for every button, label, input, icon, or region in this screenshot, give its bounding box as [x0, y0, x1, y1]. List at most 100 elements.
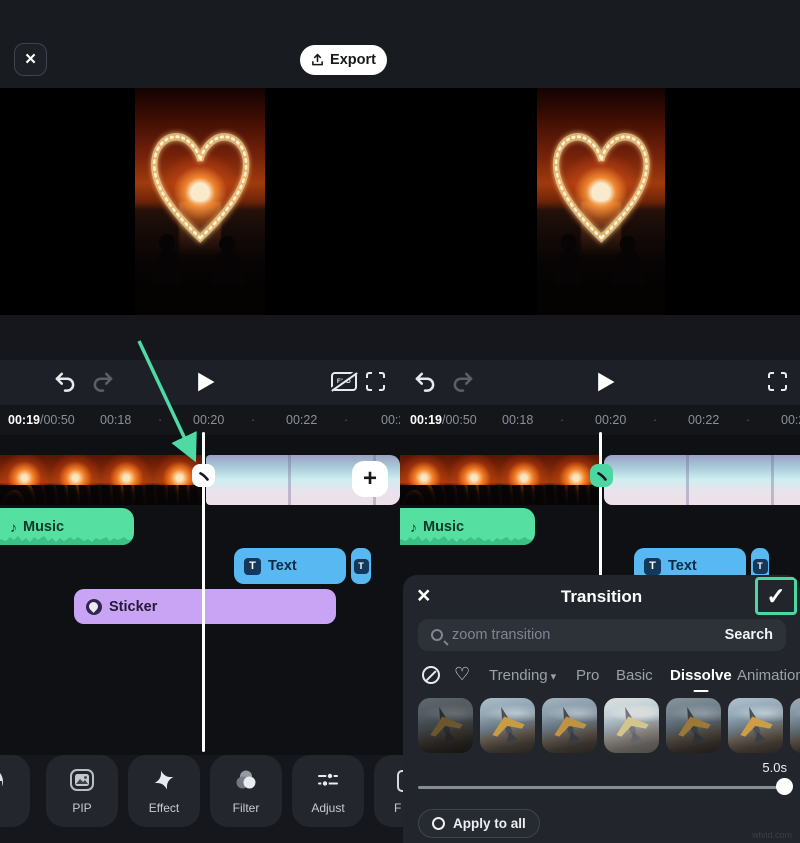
filter-circles-icon — [233, 768, 259, 792]
watermark: wtvid.com — [752, 830, 792, 840]
search-input[interactable] — [452, 627, 716, 643]
tab-dissolve[interactable]: Dissolve — [670, 667, 732, 684]
play-button[interactable] — [590, 368, 618, 396]
remove-watermark-icon[interactable]: FHD — [331, 372, 357, 391]
sticker-icon — [0, 768, 3, 795]
tab-trending[interactable]: Trending▾ — [489, 667, 556, 684]
sparkler-heart — [545, 122, 658, 249]
add-clip-button[interactable]: + — [352, 461, 388, 497]
video-preview-left[interactable] — [135, 88, 265, 315]
clip-sunset[interactable] — [400, 455, 600, 505]
ruler-tick: 00:22 — [286, 413, 317, 427]
sticker-icon — [86, 599, 102, 615]
total-time: /00:50 — [40, 413, 75, 427]
transition-marker-active[interactable] — [590, 464, 613, 487]
playback-controls-bar: FHD — [0, 360, 800, 405]
music-track[interactable]: ♪ Music — [0, 508, 134, 545]
ruler-tick: 00:22 — [688, 413, 719, 427]
transition-thumbnail[interactable] — [604, 698, 659, 753]
transition-thumbnail[interactable] — [418, 698, 473, 753]
plus-icon: + — [363, 465, 377, 493]
text-badge-icon: T — [244, 558, 261, 575]
sticker-track-label: Sticker — [109, 599, 157, 615]
tab-animation[interactable]: Animation — [737, 667, 800, 684]
transition-thumbnail[interactable] — [542, 698, 597, 753]
ruler-dot: · — [251, 413, 255, 427]
ruler-tick: 00:18 — [502, 413, 533, 427]
redo-button[interactable] — [90, 369, 116, 395]
favorites-heart-icon[interactable]: ♡ — [454, 664, 470, 685]
ruler-dot: · — [653, 413, 657, 427]
magic-star-icon — [151, 768, 177, 792]
none-transition-icon[interactable] — [422, 666, 440, 684]
toolbar-adjust-button[interactable]: Adjust — [292, 755, 364, 827]
sliders-icon — [315, 768, 341, 792]
transition-marker[interactable] — [192, 464, 215, 487]
timeline-ruler: 00:19/00:50 00:18 · 00:20 · 00:22 · 00:2… — [0, 405, 800, 435]
text-badge-icon: T — [753, 559, 768, 574]
duration-slider-handle[interactable] — [776, 778, 793, 795]
playhead[interactable] — [599, 432, 602, 582]
duration-slider[interactable] — [418, 786, 785, 789]
top-bar: × Export — [0, 0, 800, 88]
jet-preview — [480, 698, 535, 753]
apply-to-all-button[interactable]: Apply to all — [418, 809, 540, 838]
close-icon: × — [25, 49, 36, 71]
ruler-dot: · — [158, 413, 162, 427]
export-button[interactable]: Export — [300, 45, 387, 75]
video-preview-right[interactable] — [537, 88, 665, 315]
toolbar-sticker-button[interactable]: ker — [0, 755, 30, 827]
waveform — [400, 532, 535, 545]
transition-thumbnail[interactable] — [728, 698, 783, 753]
undo-button[interactable] — [412, 369, 438, 395]
tab-pro[interactable]: Pro — [576, 667, 599, 684]
play-button[interactable] — [190, 368, 218, 396]
duration-value: 5.0s — [762, 760, 787, 775]
sticker-track[interactable]: Sticker — [74, 589, 336, 624]
upload-icon — [311, 53, 324, 67]
jet-preview — [666, 698, 721, 753]
toolbar-label: Effect — [149, 801, 179, 815]
transition-thumbnail[interactable] — [480, 698, 535, 753]
clip-sunset[interactable] — [0, 455, 204, 505]
radio-circle-icon — [432, 817, 445, 830]
ruler-dot: · — [560, 413, 564, 427]
fullscreen-button[interactable] — [768, 372, 787, 391]
redo-button[interactable] — [450, 369, 476, 395]
text-track[interactable]: T Text — [234, 548, 346, 584]
text-badge-icon: T — [354, 559, 369, 574]
search-bar[interactable]: Search — [418, 619, 786, 651]
tab-basic[interactable]: Basic — [616, 667, 653, 684]
jet-preview — [542, 698, 597, 753]
ruler-tick: 00:20 — [595, 413, 626, 427]
total-time: /00:50 — [442, 413, 477, 427]
transition-thumbnail[interactable] — [790, 698, 800, 753]
checkmark-icon: ✓ — [766, 583, 785, 610]
text-track-label: Text — [268, 558, 297, 574]
toolbar-effect-button[interactable]: Effect — [128, 755, 200, 827]
close-editor-button[interactable]: × — [14, 43, 47, 76]
waveform — [0, 532, 134, 545]
transition-thumbnail[interactable] — [666, 698, 721, 753]
ruler-dot: · — [344, 413, 348, 427]
pip-icon — [69, 768, 95, 792]
clip-sky[interactable] — [604, 455, 800, 505]
transition-icon — [595, 469, 609, 483]
ruler-dot: · — [746, 413, 750, 427]
toolbar-label: Filter — [233, 801, 260, 815]
fullscreen-button[interactable] — [366, 372, 385, 391]
ruler-right-view[interactable]: 00:19/00:50 00:18 · 00:20 · 00:22 · 00:2 — [400, 405, 800, 435]
ruler-tick: 00:18 — [100, 413, 131, 427]
ruler-left-view[interactable]: 00:19/00:50 00:18 · 00:20 · 00:22 · 00:2 — [0, 405, 400, 435]
undo-button[interactable] — [52, 369, 78, 395]
ruler-tick: 00:2 — [781, 413, 800, 427]
ruler-tick: 00:20 — [193, 413, 224, 427]
ruler-tick: 00:2 — [381, 413, 400, 427]
search-button[interactable]: Search — [725, 627, 773, 643]
toolbar-pip-button[interactable]: PIP — [46, 755, 118, 827]
toolbar-filter-button[interactable]: Filter — [210, 755, 282, 827]
transition-panel: × Transition ✓ Search ♡ Trending▾ Pro Ba… — [403, 575, 800, 843]
confirm-button[interactable]: ✓ — [755, 577, 797, 615]
music-track[interactable]: ♪ Music — [400, 508, 535, 545]
text-track-segment[interactable]: T — [351, 548, 371, 584]
